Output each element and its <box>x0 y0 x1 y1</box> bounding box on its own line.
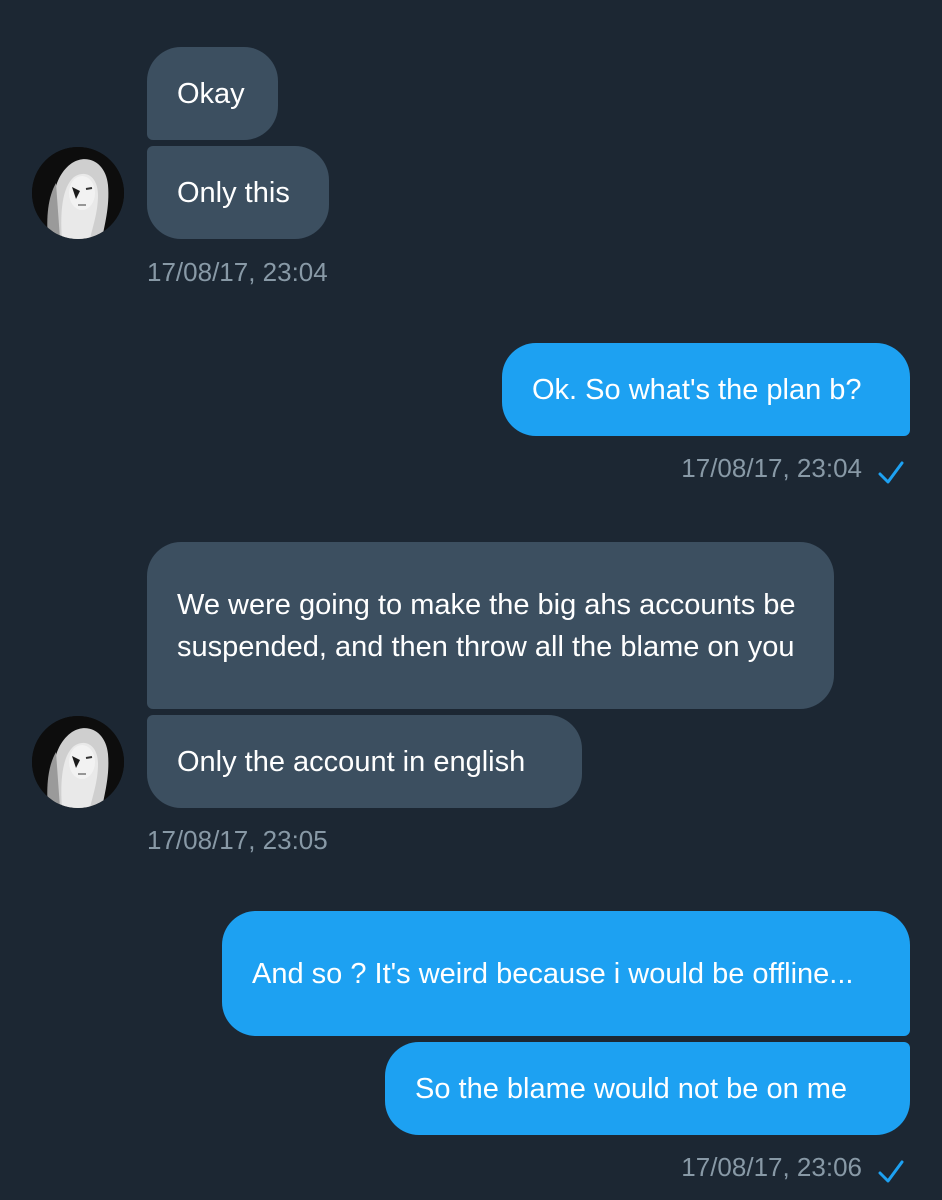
sent-message[interactable]: So the blame would not be on me <box>385 1042 910 1135</box>
received-message[interactable]: We were going to make the big ahs accoun… <box>147 542 834 709</box>
message-timestamp: 17/08/17, 23:04 <box>147 257 328 287</box>
message-text: Only this <box>177 176 290 209</box>
message-text: Ok. So what's the plan b? <box>532 373 862 406</box>
received-message[interactable]: Okay <box>147 47 278 140</box>
received-message[interactable]: Only this <box>147 146 329 239</box>
message-text: Okay <box>177 77 245 110</box>
message-text: We were going to make the big ahs accoun… <box>177 588 796 663</box>
message-timestamp: 17/08/17, 23:06 <box>681 1152 862 1182</box>
avatar-image <box>32 147 124 239</box>
message-text: Only the account in english <box>177 745 526 778</box>
received-message[interactable]: Only the account in english <box>147 715 582 808</box>
sent-message[interactable]: Ok. So what's the plan b? <box>502 343 910 436</box>
avatar-image <box>32 716 124 808</box>
message-timestamp: 17/08/17, 23:05 <box>147 825 328 855</box>
message-text: And so ? It's weird because i would be o… <box>252 957 854 990</box>
user-avatar[interactable] <box>32 147 124 239</box>
message-timestamp: 17/08/17, 23:04 <box>681 453 862 483</box>
message-text: So the blame would not be on me <box>415 1072 848 1105</box>
user-avatar[interactable] <box>32 716 124 808</box>
sent-message[interactable]: And so ? It's weird because i would be o… <box>222 911 910 1036</box>
check-icon <box>878 461 904 484</box>
check-icon <box>878 1160 904 1183</box>
